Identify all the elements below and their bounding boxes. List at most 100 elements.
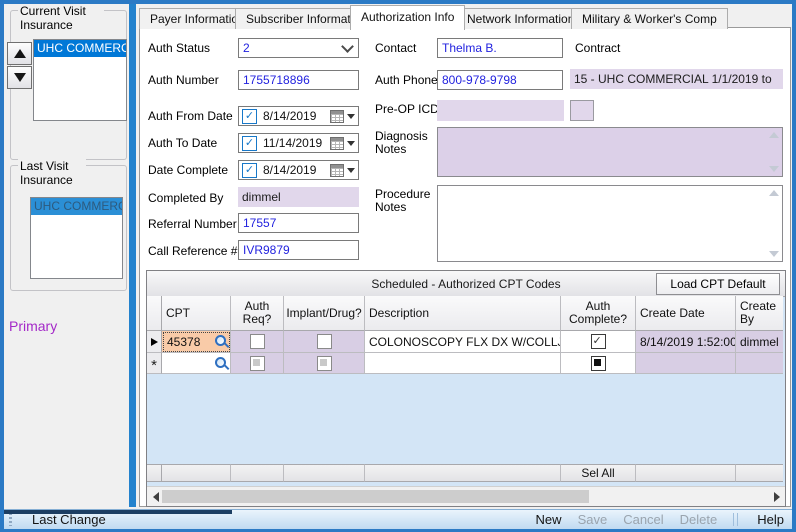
calendar-dropdown — [330, 164, 358, 177]
implant-drug-cell-new[interactable] — [284, 353, 365, 374]
grid-title: Scheduled - Authorized CPT Codes — [371, 277, 560, 291]
cpt-codes-grid: Scheduled - Authorized CPT Codes Load CP… — [146, 270, 786, 507]
current-insurance-listbox[interactable]: UHC COMMERCIAL — [33, 39, 127, 121]
pre-op-icd-label: Pre-OP ICD — [375, 103, 439, 116]
last-visit-insurance-label: Last Visit Insurance — [18, 159, 86, 187]
current-row-arrow-icon — [151, 338, 158, 346]
column-header-auth-req[interactable]: Auth Req? — [231, 296, 284, 331]
auth-complete-cell-new[interactable] — [561, 353, 636, 374]
save-button[interactable]: Save — [578, 512, 608, 527]
tab-network-information[interactable]: Network Information — [456, 8, 585, 29]
sidebar-splitter[interactable] — [129, 4, 136, 507]
calendar-icon[interactable] — [330, 164, 344, 177]
date-complete-picker[interactable]: 8/14/2019 — [238, 160, 359, 180]
description-cell[interactable]: COLONOSCOPY FLX DX W/COLLJ SP — [365, 331, 561, 353]
create-date-value: 8/14/2019 1:52:00 PM — [640, 335, 736, 349]
tab-military-workers-comp[interactable]: Military & Worker's Comp — [571, 8, 728, 29]
referral-number-input[interactable]: 17557 — [238, 213, 359, 233]
contact-input[interactable]: Thelma B. — [437, 38, 563, 58]
call-reference-label: Call Reference # — [148, 245, 237, 258]
scroll-up-icon[interactable] — [769, 190, 779, 196]
chevron-down-icon[interactable] — [341, 40, 354, 53]
checked-checkbox-icon[interactable] — [242, 136, 257, 151]
unchecked-checkbox-icon[interactable] — [250, 334, 265, 349]
contract-label: Contract — [575, 42, 620, 55]
checked-checkbox-icon[interactable] — [242, 109, 257, 124]
tab-label: Military & Worker's Comp — [582, 12, 717, 26]
column-header-create-by[interactable]: Create By — [736, 296, 783, 331]
last-insurance-listbox[interactable]: UHC COMMERCIAL — [30, 197, 123, 279]
calendar-icon[interactable] — [330, 137, 344, 150]
diagnosis-notes-textarea[interactable] — [437, 127, 783, 177]
call-reference-input[interactable]: IVR9879 — [238, 240, 359, 260]
auth-req-cell-new[interactable] — [231, 353, 284, 374]
auth-req-cell[interactable] — [231, 331, 284, 353]
toolbar-grip-icon[interactable] — [9, 513, 12, 526]
move-up-button[interactable] — [7, 42, 32, 65]
pre-op-icd-field — [437, 100, 564, 121]
procedure-notes-label: Procedure Notes — [375, 188, 439, 214]
unchecked-checkbox-icon[interactable] — [317, 334, 332, 349]
auth-phone-input[interactable]: 800-978-9798 — [437, 70, 563, 90]
grid-horizontal-scrollbar[interactable] — [147, 486, 785, 506]
scrollbar-thumb[interactable] — [162, 490, 589, 503]
column-header-description[interactable]: Description — [365, 296, 561, 331]
checked-checkbox-icon[interactable] — [591, 334, 606, 349]
description-cell-new[interactable] — [365, 353, 561, 374]
new-button[interactable]: New — [536, 512, 562, 527]
scroll-right-button[interactable] — [768, 487, 785, 506]
left-arrow-icon — [153, 492, 159, 502]
column-header-selector — [147, 296, 162, 331]
cpt-search-icon[interactable] — [214, 356, 229, 371]
load-cpt-default-button[interactable]: Load CPT Default — [656, 273, 780, 295]
auth-status-label: Auth Status — [148, 42, 210, 55]
description-value: COLONOSCOPY FLX DX W/COLLJ SP — [369, 335, 561, 349]
sel-all-label: Sel All — [581, 466, 614, 480]
auth-to-date-picker[interactable]: 11/14/2019 — [238, 133, 359, 153]
scroll-down-icon[interactable] — [769, 251, 779, 257]
row-selector-new[interactable]: * — [147, 353, 162, 374]
indeterminate-checkbox-icon[interactable] — [591, 356, 606, 371]
checked-checkbox-icon[interactable] — [242, 163, 257, 178]
delete-button[interactable]: Delete — [680, 512, 718, 527]
disabled-checkbox-icon — [317, 356, 332, 371]
completed-by-field: dimmel — [238, 187, 359, 207]
column-header-implant-drug[interactable]: Implant/Drug? — [284, 296, 365, 331]
cancel-button[interactable]: Cancel — [623, 512, 663, 527]
contract-field: 15 - UHC COMMERCIAL 1/1/2019 to — [570, 69, 783, 89]
caret-down-icon[interactable] — [347, 141, 355, 146]
diagnosis-notes-label: Diagnosis Notes — [375, 130, 433, 156]
grid-title-band: Scheduled - Authorized CPT Codes Load CP… — [147, 271, 785, 297]
auth-status-combobox[interactable]: 2 — [238, 38, 359, 58]
list-item[interactable]: UHC COMMERCIAL — [31, 198, 122, 215]
tab-authorization-info[interactable]: Authorization Info — [350, 5, 465, 30]
procedure-notes-textarea[interactable] — [437, 185, 783, 262]
help-button[interactable]: Help — [757, 512, 784, 527]
cpt-cell[interactable]: 45378 — [162, 331, 231, 353]
insurance-sidebar: Current Visit Insurance UHC COMMERCIAL L… — [4, 4, 129, 507]
row-selector-current[interactable] — [147, 331, 162, 353]
cpt-value: 45378 — [167, 335, 200, 349]
move-down-button[interactable] — [7, 66, 32, 89]
implant-drug-cell[interactable] — [284, 331, 365, 353]
column-header-cpt[interactable]: CPT — [162, 296, 231, 331]
auth-from-date-picker[interactable]: 8/14/2019 — [238, 106, 359, 126]
tab-label: Subscriber Information — [246, 12, 367, 26]
cpt-search-icon[interactable] — [214, 334, 229, 349]
caret-down-icon[interactable] — [347, 168, 355, 173]
sel-all-cell[interactable]: Sel All — [561, 464, 636, 482]
client-area: Current Visit Insurance UHC COMMERCIAL L… — [4, 4, 792, 528]
cpt-cell-new[interactable] — [162, 353, 231, 374]
referral-number-label: Referral Number — [148, 218, 237, 231]
column-header-create-date[interactable]: Create Date — [636, 296, 736, 331]
toolbar-separator — [733, 513, 741, 526]
scroll-down-icon[interactable] — [769, 166, 779, 172]
column-header-auth-complete[interactable]: Auth Complete? — [561, 296, 636, 331]
list-item[interactable]: UHC COMMERCIAL — [34, 40, 126, 57]
auth-complete-cell[interactable] — [561, 331, 636, 353]
scroll-up-icon[interactable] — [769, 132, 779, 138]
caret-down-icon[interactable] — [347, 114, 355, 119]
calendar-icon[interactable] — [330, 110, 344, 123]
auth-number-input[interactable]: 1755718896 — [238, 70, 359, 90]
auth-phone-label: Auth Phone — [375, 74, 438, 87]
